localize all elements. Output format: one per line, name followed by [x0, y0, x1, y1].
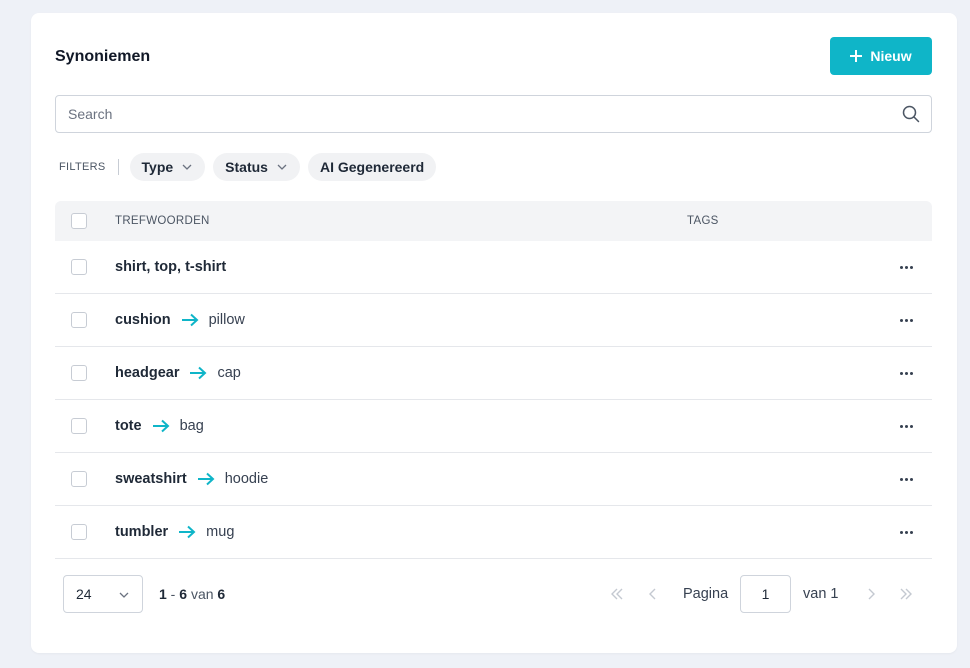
- table-row[interactable]: sweatshirt hoodie: [55, 453, 932, 506]
- table-header: TREFWOORDEN TAGS: [55, 201, 932, 241]
- page-title: Synoniemen: [55, 48, 151, 65]
- more-horizontal-icon[interactable]: [896, 416, 916, 436]
- range-of: van: [190, 586, 214, 602]
- arrow-right-icon: [190, 366, 207, 380]
- term: tote: [115, 418, 142, 434]
- chevron-down-icon: [182, 164, 192, 170]
- arrow-right-icon: [197, 472, 215, 486]
- row-checkbox[interactable]: [71, 524, 87, 540]
- keywords-cell: tumbler mug: [115, 524, 234, 540]
- table-row[interactable]: shirt, top, t-shirt: [55, 241, 932, 294]
- range-start: 1: [159, 586, 167, 602]
- arrow-right-icon: [181, 313, 199, 327]
- table-row[interactable]: headgear cap: [55, 347, 932, 400]
- select-all-checkbox[interactable]: [71, 213, 87, 229]
- filters-label: FILTERS: [59, 161, 106, 173]
- filter-chip-status[interactable]: Status: [213, 153, 300, 181]
- term: sweatshirt: [115, 471, 187, 487]
- range-end: 6: [179, 586, 188, 602]
- synonym-target: mug: [206, 524, 235, 540]
- filter-chip-type[interactable]: Type: [129, 153, 206, 181]
- chevron-right-icon[interactable]: [863, 586, 879, 602]
- page-size-select[interactable]: 24: [63, 575, 143, 613]
- page-size-value: 24: [76, 586, 92, 602]
- range-info: 1 - 6 van 6: [159, 586, 226, 602]
- chevron-down-icon: [277, 164, 287, 170]
- synonyms-card: Synoniemen Nieuw FILTERS Type Status AI …: [31, 13, 957, 653]
- keywords-cell: headgear cap: [115, 365, 241, 381]
- table-row[interactable]: cushion pillow: [55, 294, 932, 347]
- synonym-target: bag: [179, 418, 204, 434]
- synonym-target: pillow: [208, 312, 245, 328]
- filters-bar: FILTERS Type Status AI Gegenereerd: [59, 153, 444, 181]
- synonym-target: cap: [217, 365, 241, 381]
- chevron-left-icon[interactable]: [645, 586, 661, 602]
- table-row[interactable]: tumbler mug: [55, 506, 932, 559]
- new-button-label: Nieuw: [870, 48, 912, 64]
- table-body: shirt, top, t-shirt cushion pillow headg…: [55, 241, 932, 559]
- plus-icon: [850, 50, 863, 62]
- more-horizontal-icon[interactable]: [896, 257, 916, 277]
- chevrons-left-icon[interactable]: [609, 586, 625, 602]
- row-checkbox[interactable]: [71, 312, 87, 328]
- filter-chip-label: Status: [225, 159, 268, 175]
- more-horizontal-icon[interactable]: [896, 522, 916, 542]
- chevron-down-icon: [119, 592, 129, 598]
- row-checkbox[interactable]: [71, 365, 87, 381]
- keywords-cell: cushion pillow: [115, 312, 245, 328]
- term: tumbler: [115, 524, 169, 540]
- pagination: 24 1 - 6 van 6 Pagina van 1: [55, 575, 932, 613]
- column-header-tags[interactable]: TAGS: [687, 215, 719, 227]
- new-button[interactable]: Nieuw: [830, 37, 932, 75]
- page-label: Pagina: [683, 586, 729, 602]
- term: cushion: [115, 312, 171, 328]
- row-checkbox[interactable]: [71, 471, 87, 487]
- search-input[interactable]: [56, 96, 891, 132]
- column-header-keywords[interactable]: TREFWOORDEN: [115, 215, 210, 227]
- page-of-label: van 1: [803, 586, 839, 602]
- more-horizontal-icon[interactable]: [896, 363, 916, 383]
- term: headgear: [115, 365, 180, 381]
- row-checkbox[interactable]: [71, 259, 87, 275]
- more-horizontal-icon[interactable]: [896, 310, 916, 330]
- filter-chip-ai-generated[interactable]: AI Gegenereerd: [307, 153, 437, 181]
- table-row[interactable]: tote bag: [55, 400, 932, 453]
- term: shirt, top, t-shirt: [115, 259, 227, 275]
- filter-chip-label: AI Gegenereerd: [319, 159, 425, 175]
- arrow-right-icon: [152, 419, 170, 433]
- search-icon[interactable]: [891, 96, 931, 132]
- filter-chip-label: Type: [141, 159, 174, 175]
- synonym-target: hoodie: [224, 471, 269, 487]
- range-total: 6: [217, 586, 226, 602]
- keywords-cell: tote bag: [115, 418, 204, 434]
- row-checkbox[interactable]: [71, 418, 87, 434]
- page-number-input[interactable]: [740, 575, 791, 613]
- chevrons-right-icon[interactable]: [898, 586, 914, 602]
- keywords-cell: shirt, top, t-shirt: [115, 259, 226, 275]
- keywords-cell: sweatshirt hoodie: [115, 471, 268, 487]
- more-horizontal-icon[interactable]: [896, 469, 916, 489]
- arrow-right-icon: [179, 525, 196, 539]
- search-box: [55, 95, 932, 133]
- filters-divider: [117, 159, 119, 175]
